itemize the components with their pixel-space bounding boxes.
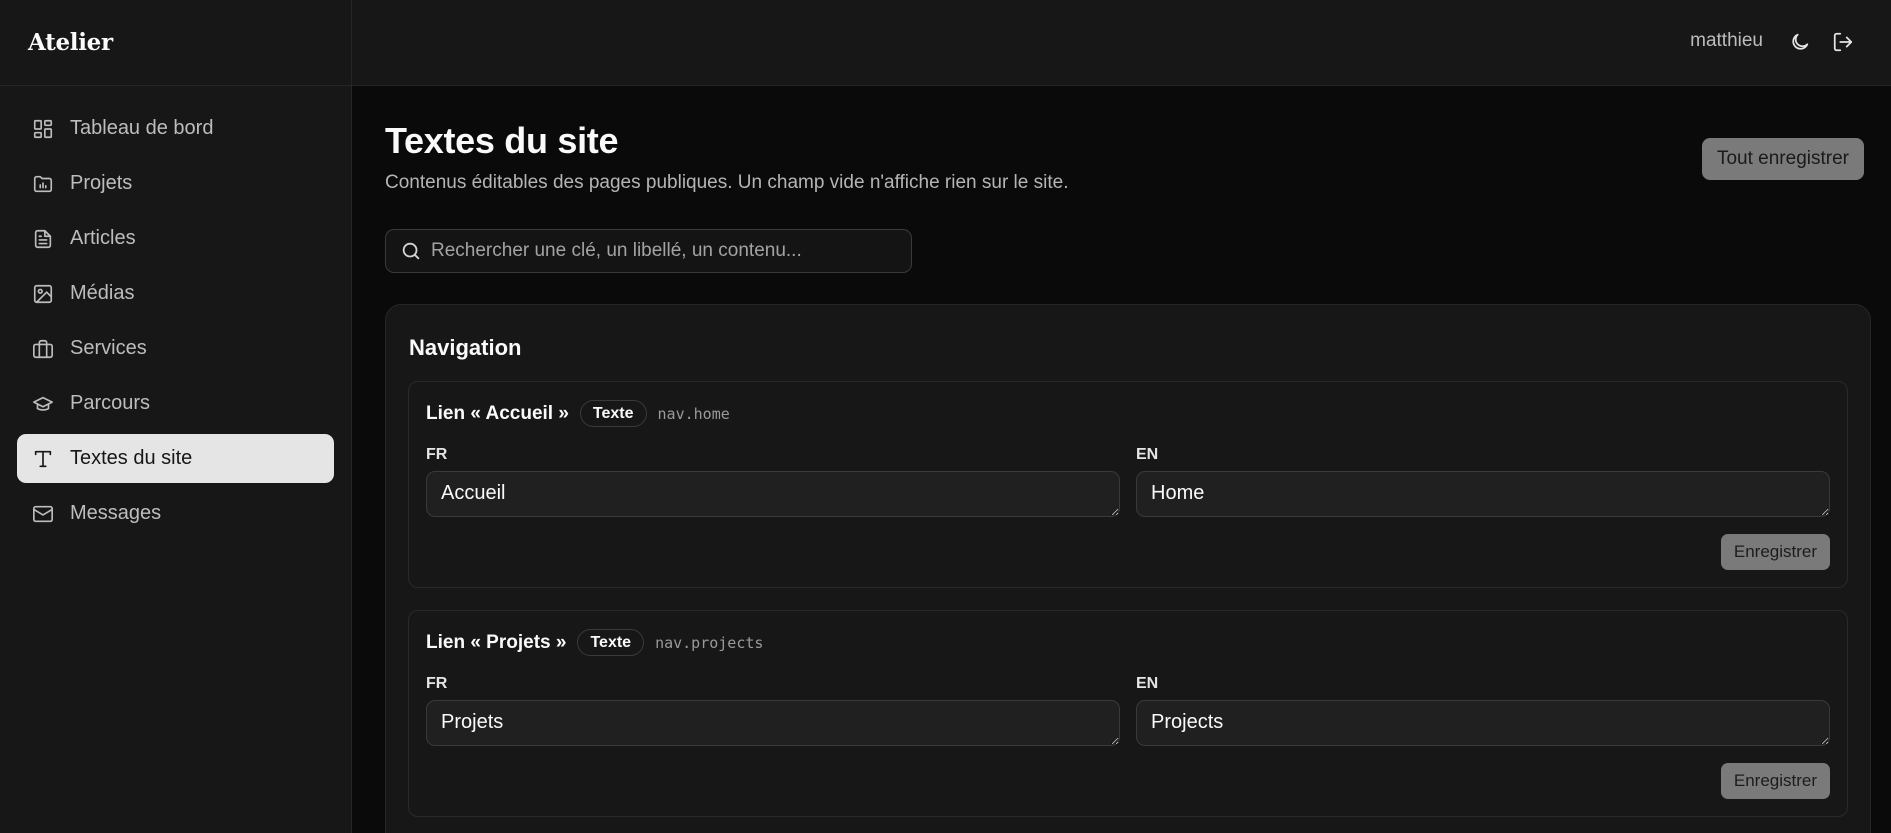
fr-text-field[interactable]: Accueil (426, 471, 1120, 517)
sidebar-item-label: Textes du site (70, 447, 193, 469)
search-icon (400, 240, 422, 262)
graduation-cap-icon (32, 393, 54, 415)
briefcase-icon (32, 338, 54, 360)
type-badge: Texte (579, 400, 647, 427)
sidebar-item-articles[interactable]: Articles (17, 214, 334, 263)
en-text-field[interactable]: Home (1136, 471, 1830, 517)
sidebar-nav: Tableau de bord Projets Articles Médias … (0, 86, 351, 538)
sidebar-item-parcours[interactable]: Parcours (17, 379, 334, 428)
main-content: Textes du site Contenus éditables des pa… (352, 86, 1891, 833)
sidebar-item-services[interactable]: Services (17, 324, 334, 373)
sidebar-item-label: Médias (70, 282, 135, 304)
sidebar-item-media[interactable]: Médias (17, 269, 334, 318)
folder-icon (32, 173, 54, 195)
en-text-field[interactable]: Projects (1136, 700, 1830, 746)
navigation-section: Navigation Lien « Accueil » Texte nav.ho… (385, 304, 1871, 833)
fr-label: FR (426, 446, 448, 463)
sidebar-item-label: Services (70, 337, 147, 359)
type-icon (32, 448, 54, 470)
search-input[interactable] (431, 240, 911, 262)
brand-header: Atelier (0, 0, 351, 86)
save-button[interactable]: Enregistrer (1720, 534, 1830, 570)
sidebar-item-messages[interactable]: Messages (17, 489, 334, 538)
entry-key: nav.home (657, 404, 730, 423)
sidebar-item-site-texts[interactable]: Textes du site (17, 434, 334, 483)
text-entry-nav-projects: Lien « Projets » Texte nav.projects FR E… (408, 610, 1848, 817)
page-subtitle: Contenus éditables des pages publiques. … (385, 172, 1069, 193)
sidebar-item-label: Articles (70, 227, 136, 249)
sidebar-item-label: Projets (70, 172, 133, 194)
entry-header: Lien « Accueil » Texte nav.home (426, 400, 730, 427)
topbar: matthieu (352, 0, 1891, 86)
type-badge: Texte (577, 629, 645, 656)
entry-label: Lien « Accueil » (426, 402, 569, 424)
mail-icon (32, 503, 54, 525)
user-name: matthieu (1690, 30, 1763, 51)
search-box (385, 229, 912, 273)
file-text-icon (32, 228, 54, 250)
sidebar-item-label: Tableau de bord (70, 117, 214, 139)
logout-icon[interactable] (1831, 30, 1855, 54)
image-icon (32, 283, 54, 305)
text-entry-nav-home: Lien « Accueil » Texte nav.home FR EN Ac… (408, 381, 1848, 588)
fr-text-field[interactable]: Projets (426, 700, 1120, 746)
en-label: EN (1136, 446, 1159, 463)
sidebar: Atelier Tableau de bord Projets Articles… (0, 0, 352, 833)
sidebar-item-dashboard[interactable]: Tableau de bord (17, 104, 334, 153)
brand-logo[interactable]: Atelier (28, 29, 113, 56)
save-all-button[interactable]: Tout enregistrer (1701, 138, 1864, 180)
page-title: Textes du site (385, 120, 619, 161)
dashboard-icon (32, 118, 54, 140)
sidebar-item-label: Messages (70, 502, 162, 524)
sidebar-item-label: Parcours (70, 392, 151, 414)
save-button[interactable]: Enregistrer (1720, 763, 1830, 799)
sidebar-item-projects[interactable]: Projets (17, 159, 334, 208)
entry-header: Lien « Projets » Texte nav.projects (426, 629, 763, 656)
en-label: EN (1136, 675, 1159, 692)
moon-icon[interactable] (1788, 30, 1812, 54)
entry-key: nav.projects (655, 633, 764, 652)
section-title: Navigation (409, 335, 522, 360)
fr-label: FR (426, 675, 448, 692)
entry-label: Lien « Projets » (426, 631, 567, 653)
